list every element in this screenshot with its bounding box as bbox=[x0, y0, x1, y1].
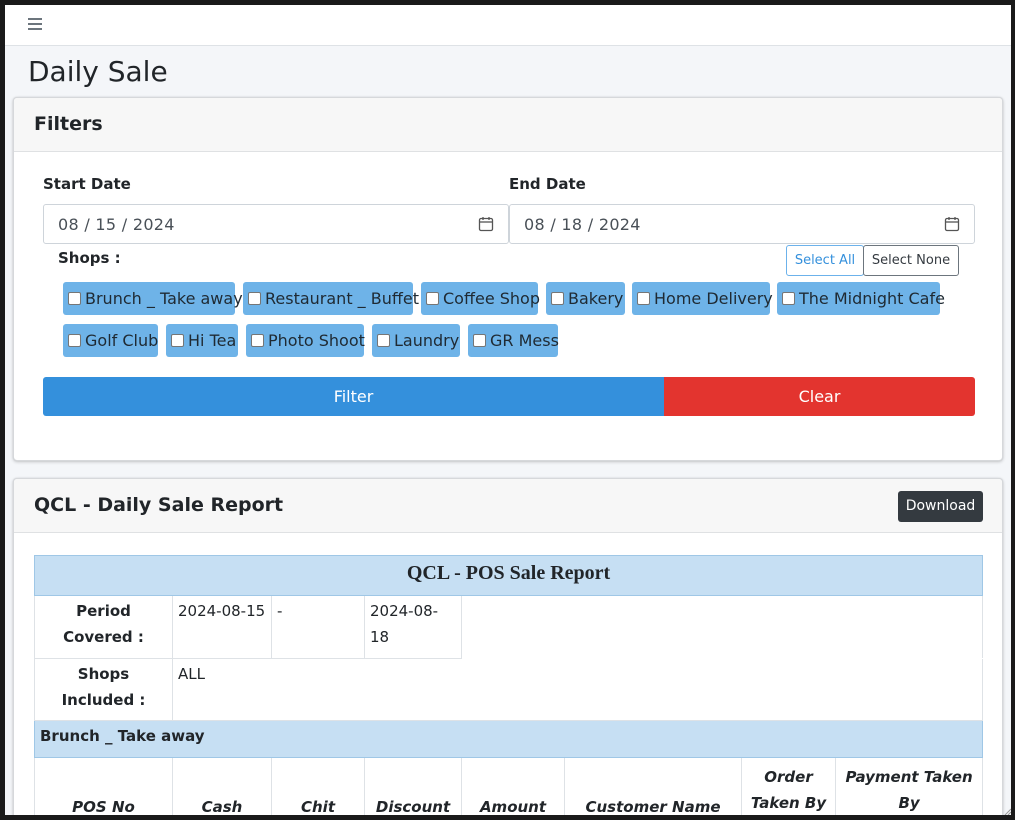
checkbox[interactable] bbox=[782, 292, 795, 305]
clear-button[interactable]: Clear bbox=[664, 377, 975, 416]
select-all-button[interactable]: Select All bbox=[786, 245, 864, 276]
download-button[interactable]: Download bbox=[898, 491, 983, 522]
column-header: Cash bbox=[172, 757, 272, 815]
end-date-label: End Date bbox=[509, 175, 586, 193]
hamburger-menu-icon[interactable] bbox=[28, 18, 42, 32]
checkbox[interactable] bbox=[473, 334, 486, 347]
resize-grip-icon[interactable] bbox=[1003, 807, 1011, 815]
shop-checkbox-golf-club[interactable]: Golf Club bbox=[63, 324, 158, 357]
shop-label: Home Delivery bbox=[654, 289, 773, 308]
period-end: 2024-08-18 bbox=[364, 595, 462, 659]
period-label: Period Covered : bbox=[34, 595, 173, 659]
report-title: QCL - Daily Sale Report bbox=[34, 494, 284, 516]
shop-label: Restaurant _ Buffet bbox=[265, 289, 420, 308]
shop-label: Bakery bbox=[568, 289, 624, 308]
shop-checkbox-the-midnight-cafe[interactable]: The Midnight Cafe bbox=[777, 282, 945, 315]
shop-label: Photo Shoot bbox=[268, 331, 365, 350]
end-date-input[interactable]: 08 / 18 / 2024 bbox=[509, 204, 975, 244]
shop-checkbox-gr-mess[interactable]: GR Mess bbox=[468, 324, 559, 357]
shop-label: Brunch _ Take away bbox=[85, 289, 243, 308]
shop-label: Laundry bbox=[394, 331, 460, 350]
report-table: QCL - POS Sale Report Period Covered : 2… bbox=[33, 555, 984, 815]
report-card: QCL - Daily Sale Report Download QCL - P… bbox=[13, 478, 1003, 815]
top-navbar bbox=[5, 5, 1011, 46]
checkbox[interactable] bbox=[637, 292, 650, 305]
shop-checkbox-coffee-shop[interactable]: Coffee Shop bbox=[421, 282, 540, 315]
shop-label: Hi Tea bbox=[188, 331, 237, 350]
checkbox[interactable] bbox=[551, 292, 564, 305]
checkbox[interactable] bbox=[68, 334, 81, 347]
period-start: 2024-08-15 bbox=[172, 595, 272, 659]
page-title: Daily Sale bbox=[28, 55, 168, 88]
column-header: Order Taken By bbox=[741, 757, 836, 815]
shop-checkbox-laundry[interactable]: Laundry bbox=[372, 324, 460, 357]
shops-included-value: ALL bbox=[171, 658, 984, 721]
end-date-value: 08 / 18 / 2024 bbox=[524, 215, 641, 234]
shops-included-label: Shops Included : bbox=[34, 658, 173, 721]
shop-section-header: Brunch _ Take away bbox=[33, 720, 984, 758]
checkbox[interactable] bbox=[426, 292, 439, 305]
checkbox[interactable] bbox=[251, 334, 264, 347]
period-separator: - bbox=[271, 595, 365, 659]
column-header: POS No bbox=[34, 757, 173, 815]
empty-cell bbox=[460, 595, 984, 659]
checkbox[interactable] bbox=[248, 292, 261, 305]
column-header: Amount bbox=[461, 757, 565, 815]
column-header: Payment Taken By bbox=[834, 757, 984, 815]
shops-label: Shops : bbox=[58, 249, 121, 267]
column-header: Chit bbox=[271, 757, 365, 815]
report-card-header: QCL - Daily Sale Report Download bbox=[14, 479, 1002, 533]
select-none-button[interactable]: Select None bbox=[863, 245, 959, 276]
checkbox[interactable] bbox=[68, 292, 81, 305]
checkbox[interactable] bbox=[377, 334, 390, 347]
shop-label: GR Mess bbox=[490, 331, 559, 350]
shop-label: The Midnight Cafe bbox=[799, 289, 945, 308]
column-header: Discount bbox=[364, 757, 462, 815]
shop-checkbox-restaurant-buffet[interactable]: Restaurant _ Buffet bbox=[243, 282, 419, 315]
calendar-icon[interactable] bbox=[944, 216, 960, 232]
start-date-input[interactable]: 08 / 15 / 2024 bbox=[43, 204, 509, 244]
start-date-label: Start Date bbox=[43, 175, 131, 193]
filters-title: Filters bbox=[34, 113, 103, 135]
shop-checkbox-home-delivery[interactable]: Home Delivery bbox=[632, 282, 773, 315]
column-header: Customer Name bbox=[564, 757, 742, 815]
shop-checkbox-hi-tea[interactable]: Hi Tea bbox=[166, 324, 238, 357]
shop-label: Golf Club bbox=[85, 331, 159, 350]
calendar-icon[interactable] bbox=[478, 216, 494, 232]
app-window: Daily Sale Filters Start Date 08 / 15 / … bbox=[5, 5, 1011, 815]
filters-card-header: Filters bbox=[14, 98, 1002, 152]
filter-button[interactable]: Filter bbox=[43, 377, 664, 416]
start-date-value: 08 / 15 / 2024 bbox=[58, 215, 175, 234]
shop-checkbox-bakery[interactable]: Bakery bbox=[546, 282, 625, 315]
filters-card: Filters Start Date 08 / 15 / 2024 End Da… bbox=[13, 97, 1003, 461]
shop-checkbox-photo-shoot[interactable]: Photo Shoot bbox=[246, 324, 365, 357]
checkbox[interactable] bbox=[171, 334, 184, 347]
shop-checkbox-brunch-take-away[interactable]: Brunch _ Take away bbox=[63, 282, 243, 315]
pos-report-title: QCL - POS Sale Report bbox=[33, 555, 984, 596]
shop-label: Coffee Shop bbox=[443, 289, 540, 308]
